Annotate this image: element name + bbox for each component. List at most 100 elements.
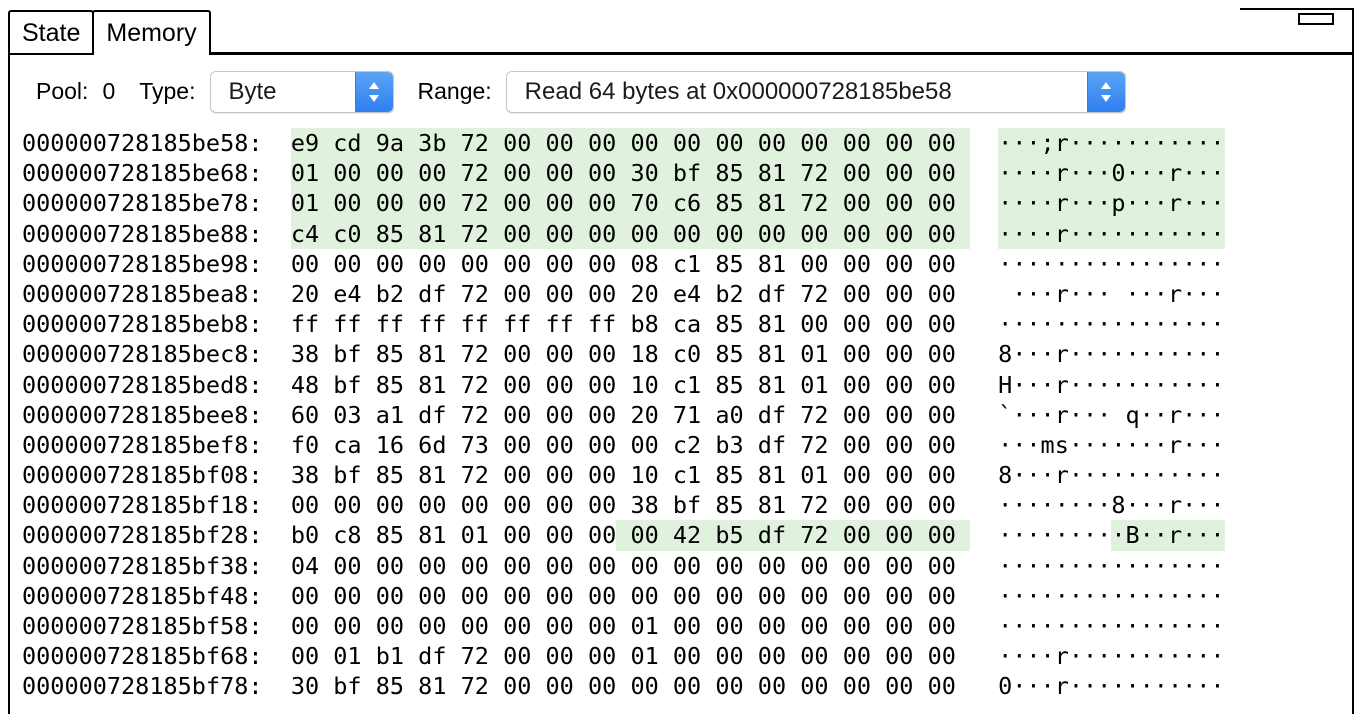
hex-byte[interactable]: 00 (829, 279, 871, 309)
ascii-char[interactable]: · (1097, 581, 1111, 611)
ascii-char[interactable]: · (1154, 339, 1168, 369)
hex-byte[interactable]: 18 (616, 339, 658, 369)
hex-byte[interactable]: 00 (829, 339, 871, 369)
hex-byte[interactable]: 00 (291, 249, 319, 279)
ascii-char[interactable]: · (1154, 551, 1168, 581)
hex-byte[interactable]: 85 (362, 339, 404, 369)
hex-byte[interactable]: 9a (361, 128, 405, 159)
hex-row[interactable]: 000000728185bf48: 00 00 00 00 00 00 00 0… (10, 581, 1352, 611)
hex-byte[interactable]: c6 (658, 188, 702, 219)
hex-row[interactable]: 000000728185be58: e9 cd 9a 3b 72 00 00 0… (10, 128, 1352, 159)
hex-byte[interactable]: 81 (404, 671, 446, 701)
hex-byte[interactable]: 72 (446, 460, 489, 490)
hex-byte[interactable]: 20 (616, 400, 658, 430)
ascii-char[interactable]: r (1168, 490, 1182, 520)
ascii-char[interactable]: r (1167, 520, 1183, 551)
hex-byte[interactable]: 72 (786, 158, 829, 189)
hex-byte[interactable]: 01 (319, 641, 361, 671)
hex-byte[interactable]: 00 (531, 218, 574, 249)
hex-byte[interactable]: 00 (489, 370, 531, 400)
ascii-char[interactable]: · (1097, 430, 1111, 460)
ascii-char[interactable]: · (1055, 551, 1069, 581)
hex-byte[interactable]: 03 (319, 400, 361, 430)
ascii-char[interactable]: · (1111, 128, 1126, 159)
ascii-char[interactable]: · (1140, 671, 1154, 701)
hex-row[interactable]: 000000728185bea8: 20 e4 b2 df 72 00 00 0… (10, 279, 1352, 309)
hex-byte[interactable]: 72 (446, 218, 489, 249)
hex-byte[interactable]: 00 (488, 218, 532, 249)
ascii-char[interactable]: r (1168, 400, 1182, 430)
ascii-char[interactable]: · (1168, 671, 1182, 701)
hex-byte[interactable]: 00 (913, 370, 970, 400)
hex-byte[interactable]: 00 (319, 188, 362, 219)
hex-byte[interactable]: 00 (291, 581, 319, 611)
ascii-char[interactable]: · (1154, 430, 1168, 460)
ascii-char[interactable]: · (998, 490, 1012, 520)
ascii-char[interactable]: · (1041, 339, 1055, 369)
hex-byte[interactable]: 00 (574, 370, 616, 400)
hex-byte[interactable]: 00 (828, 188, 872, 219)
hex-byte[interactable]: 00 (871, 279, 913, 309)
hex-byte[interactable]: 48 (291, 370, 319, 400)
hex-row[interactable]: 000000728185be88: c4 c0 85 81 72 00 00 0… (10, 218, 1352, 249)
ascii-char[interactable]: · (1026, 641, 1040, 671)
ascii-char[interactable]: · (1182, 158, 1197, 189)
ascii-char[interactable]: · (1068, 158, 1083, 189)
hex-byte[interactable]: 00 (829, 551, 871, 581)
hex-byte[interactable]: 00 (786, 581, 828, 611)
hex-byte[interactable]: df (404, 279, 446, 309)
hex-byte[interactable]: 00 (362, 551, 404, 581)
hex-byte[interactable]: c8 (319, 520, 361, 550)
ascii-char[interactable]: · (1026, 551, 1040, 581)
hex-byte[interactable]: 85 (701, 309, 743, 339)
hex-byte[interactable]: df (404, 641, 446, 671)
ascii-char[interactable]: · (1125, 671, 1139, 701)
hex-byte[interactable]: c1 (659, 460, 701, 490)
ascii-char[interactable]: · (1182, 279, 1196, 309)
hex-byte[interactable]: ff (362, 309, 404, 339)
hex-byte[interactable]: 00 (871, 339, 913, 369)
hex-byte[interactable]: c0 (319, 218, 362, 249)
hex-byte[interactable]: bf (319, 671, 361, 701)
ascii-char[interactable]: · (1041, 309, 1055, 339)
hex-byte[interactable]: b8 (616, 309, 658, 339)
ascii-char[interactable]: · (1139, 158, 1154, 189)
ascii-char[interactable]: · (1139, 218, 1154, 249)
ascii-char[interactable]: · (1097, 309, 1111, 339)
hex-byte[interactable]: c1 (659, 370, 701, 400)
hex-byte[interactable]: 20 (291, 279, 319, 309)
ascii-char[interactable]: · (1111, 460, 1125, 490)
hex-byte[interactable]: 00 (574, 430, 616, 460)
ascii-char[interactable]: · (1182, 460, 1196, 490)
hex-byte[interactable]: 00 (871, 400, 913, 430)
ascii-char[interactable]: · (1153, 218, 1168, 249)
ascii-char[interactable]: · (1097, 490, 1111, 520)
hex-byte[interactable]: 00 (291, 641, 319, 671)
ascii-char[interactable]: · (1069, 249, 1083, 279)
hex-row[interactable]: 000000728185bf38: 04 00 00 00 00 00 00 0… (10, 551, 1352, 581)
ascii-char[interactable]: 0 (998, 671, 1012, 701)
hex-byte[interactable]: 00 (658, 128, 702, 159)
hex-byte[interactable]: 00 (616, 671, 658, 701)
hex-byte[interactable]: b2 (701, 279, 743, 309)
ascii-char[interactable]: · (1140, 249, 1154, 279)
ascii-char[interactable]: · (1097, 460, 1111, 490)
hex-byte[interactable]: 00 (319, 249, 361, 279)
ascii-char[interactable]: r (1167, 188, 1183, 219)
ascii-char[interactable]: · (1210, 520, 1225, 551)
hex-byte[interactable]: 85 (701, 460, 743, 490)
ascii-char[interactable]: r (1055, 339, 1069, 369)
hex-row[interactable]: 000000728185bf28: b0 c8 85 81 01 00 00 0… (10, 520, 1352, 551)
ascii-char[interactable]: · (1069, 671, 1083, 701)
ascii-char[interactable]: · (1026, 581, 1040, 611)
ascii-char[interactable]: · (1196, 611, 1210, 641)
ascii-char[interactable]: · (1097, 128, 1112, 159)
ascii-char[interactable]: · (1154, 279, 1168, 309)
hex-row[interactable]: 000000728185bed8: 48 bf 85 81 72 00 00 0… (10, 370, 1352, 400)
ascii-char[interactable]: · (1111, 551, 1125, 581)
ascii-char[interactable]: · (1040, 218, 1055, 249)
hex-byte[interactable]: 72 (786, 279, 828, 309)
ascii-char[interactable]: · (1139, 188, 1154, 219)
ascii-char[interactable]: · (1210, 490, 1224, 520)
hex-byte[interactable]: 00 (744, 611, 786, 641)
